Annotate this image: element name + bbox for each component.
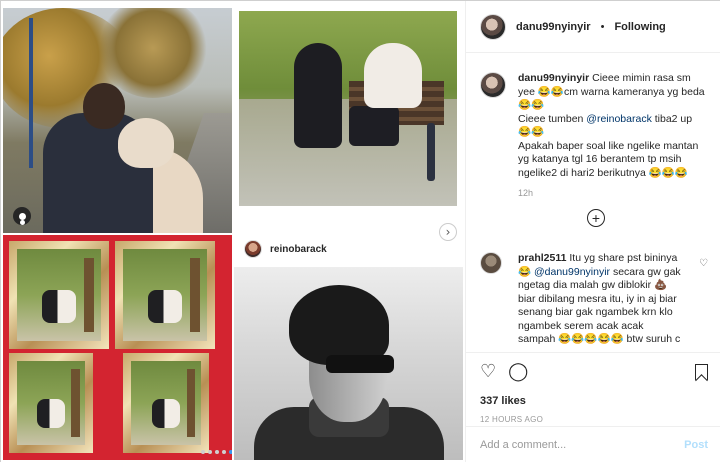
heart-icon[interactable]: ♡ xyxy=(699,258,708,269)
photo-couple-hug xyxy=(3,8,232,233)
instagram-post-window: reinobarack › danu99nyinyir • Following xyxy=(0,0,720,462)
carousel-dots xyxy=(201,450,232,454)
avatar[interactable] xyxy=(244,240,262,258)
comment-text: Apakah baper soal like ngelike mantan xyxy=(518,139,699,152)
comments-list: danu99nyinyir Cieee mimin rasa sm yee 😂😂… xyxy=(466,54,720,352)
comment-text: yg katanya tgl 16 berantem tp msih xyxy=(518,153,682,165)
photo-couple-bench xyxy=(234,1,463,233)
comment-timestamp: 12h xyxy=(518,188,534,198)
avatar[interactable] xyxy=(480,252,502,274)
chevron-right-icon[interactable]: › xyxy=(439,223,457,241)
comment-text: Cieee mimin rasa sm xyxy=(592,72,691,84)
following-button[interactable]: Following xyxy=(614,21,665,33)
comment-text: 😂 xyxy=(518,265,532,278)
author-username[interactable]: danu99nyinyir xyxy=(516,21,591,33)
comment-text: ngambek serem acak acak xyxy=(518,319,644,332)
post-header: danu99nyinyir • Following xyxy=(466,1,720,53)
comment-text: secara gw gak xyxy=(612,265,681,278)
photo-framed-collage xyxy=(3,235,232,460)
user-tag-icon[interactable] xyxy=(13,207,31,225)
separator-dot: • xyxy=(600,20,605,33)
embedded-post: reinobarack xyxy=(234,235,463,460)
bookmark-icon[interactable] xyxy=(695,364,708,380)
comment-text: yee 😂😂cm warna kameranya yg beda xyxy=(518,85,705,98)
comment-text: tiba2 up xyxy=(654,112,693,125)
author-avatar[interactable] xyxy=(480,13,506,40)
post-sidebar: danu99nyinyir • Following danu99nyinyir … xyxy=(465,1,720,462)
avatar[interactable] xyxy=(480,72,506,98)
comment-text: ngetag dia malah gw diblokir 💩 xyxy=(518,279,668,291)
comment-text: senang biar gak ngambek krn klo xyxy=(518,306,673,318)
comment-text: ngelike2 di hari2 berikutnya 😂😂😂 xyxy=(518,166,688,179)
comment-icon[interactable]: ◯ xyxy=(508,363,528,381)
mention-link[interactable]: @danu99nyinyir xyxy=(534,266,610,278)
load-more-comments-button[interactable]: + xyxy=(587,209,605,227)
comment-text: 😂😂 xyxy=(518,126,545,138)
comment-item: prahl2511 Itu yg share pst bininya 😂 @da… xyxy=(466,252,720,347)
post-image-collage[interactable]: reinobarack › xyxy=(1,1,465,462)
post-timestamp: 12 HOURS AGO xyxy=(480,415,544,424)
comment-text: sampah 😂😂😂😂😂 btw suruh c xyxy=(518,333,681,345)
heart-icon[interactable]: ♡ xyxy=(480,363,496,381)
photo-bw-portrait xyxy=(234,267,463,460)
comment-caption: danu99nyinyir Cieee mimin rasa sm yee 😂😂… xyxy=(466,72,720,198)
comment-input[interactable] xyxy=(480,439,685,451)
comment-author[interactable]: danu99nyinyir xyxy=(518,72,589,84)
embedded-post-header: reinobarack xyxy=(234,235,463,263)
comment-text: Cieee tumben xyxy=(518,112,584,125)
mention-link[interactable]: @reinobarack xyxy=(586,113,652,125)
comment-author[interactable]: prahl2511 xyxy=(518,252,566,264)
add-comment-bar: Post xyxy=(466,426,720,462)
post-button[interactable]: Post xyxy=(684,439,708,451)
comment-text: biar dibilang mesra itu, iy in aj biar xyxy=(518,292,677,305)
comment-text: Itu yg share pst bininya xyxy=(569,252,678,264)
comment-text: 😂😂 xyxy=(518,99,545,111)
likes-count[interactable]: 337 likes xyxy=(480,395,708,407)
post-actions: ♡ ◯ 337 likes 12 HOURS AGO xyxy=(466,352,720,424)
embedded-username[interactable]: reinobarack xyxy=(270,244,327,255)
